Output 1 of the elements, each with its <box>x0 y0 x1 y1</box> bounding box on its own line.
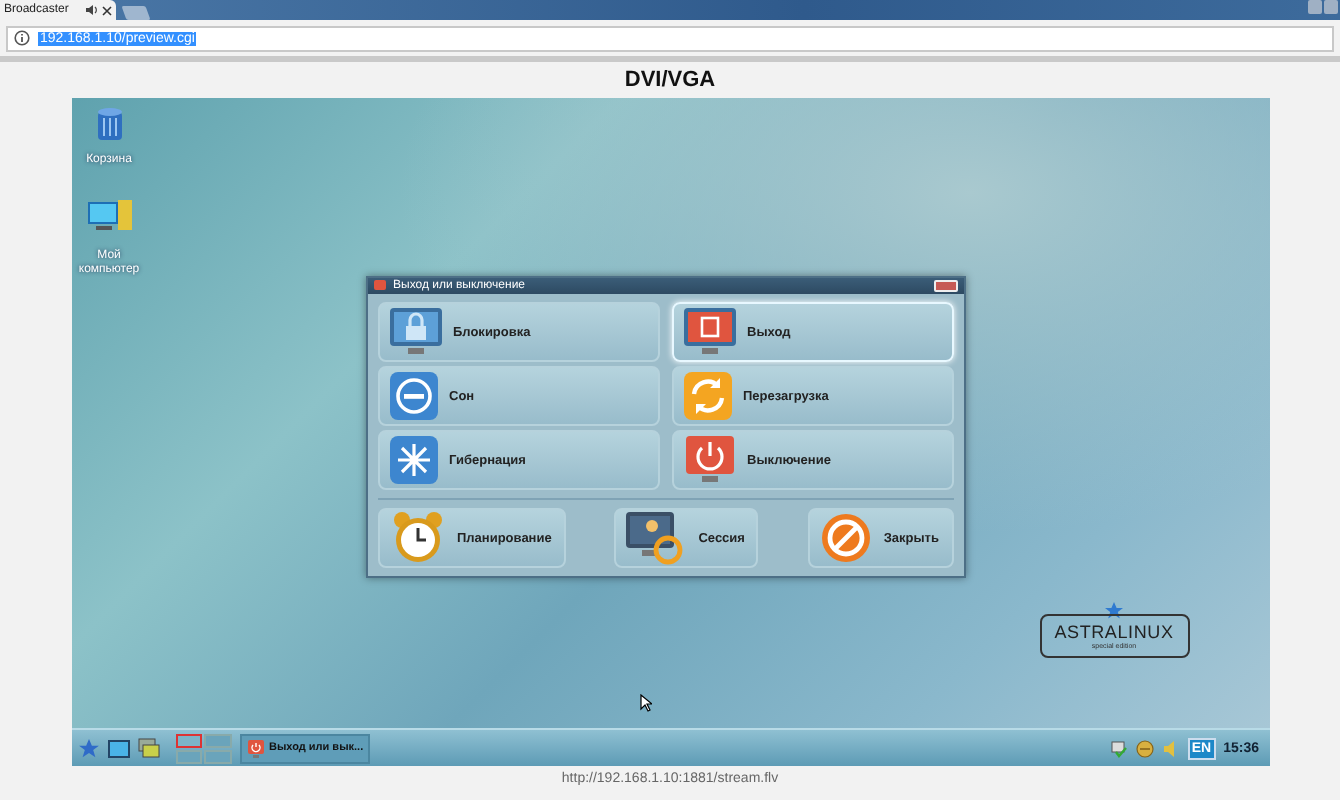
page-title: DVI/VGA <box>624 68 716 94</box>
